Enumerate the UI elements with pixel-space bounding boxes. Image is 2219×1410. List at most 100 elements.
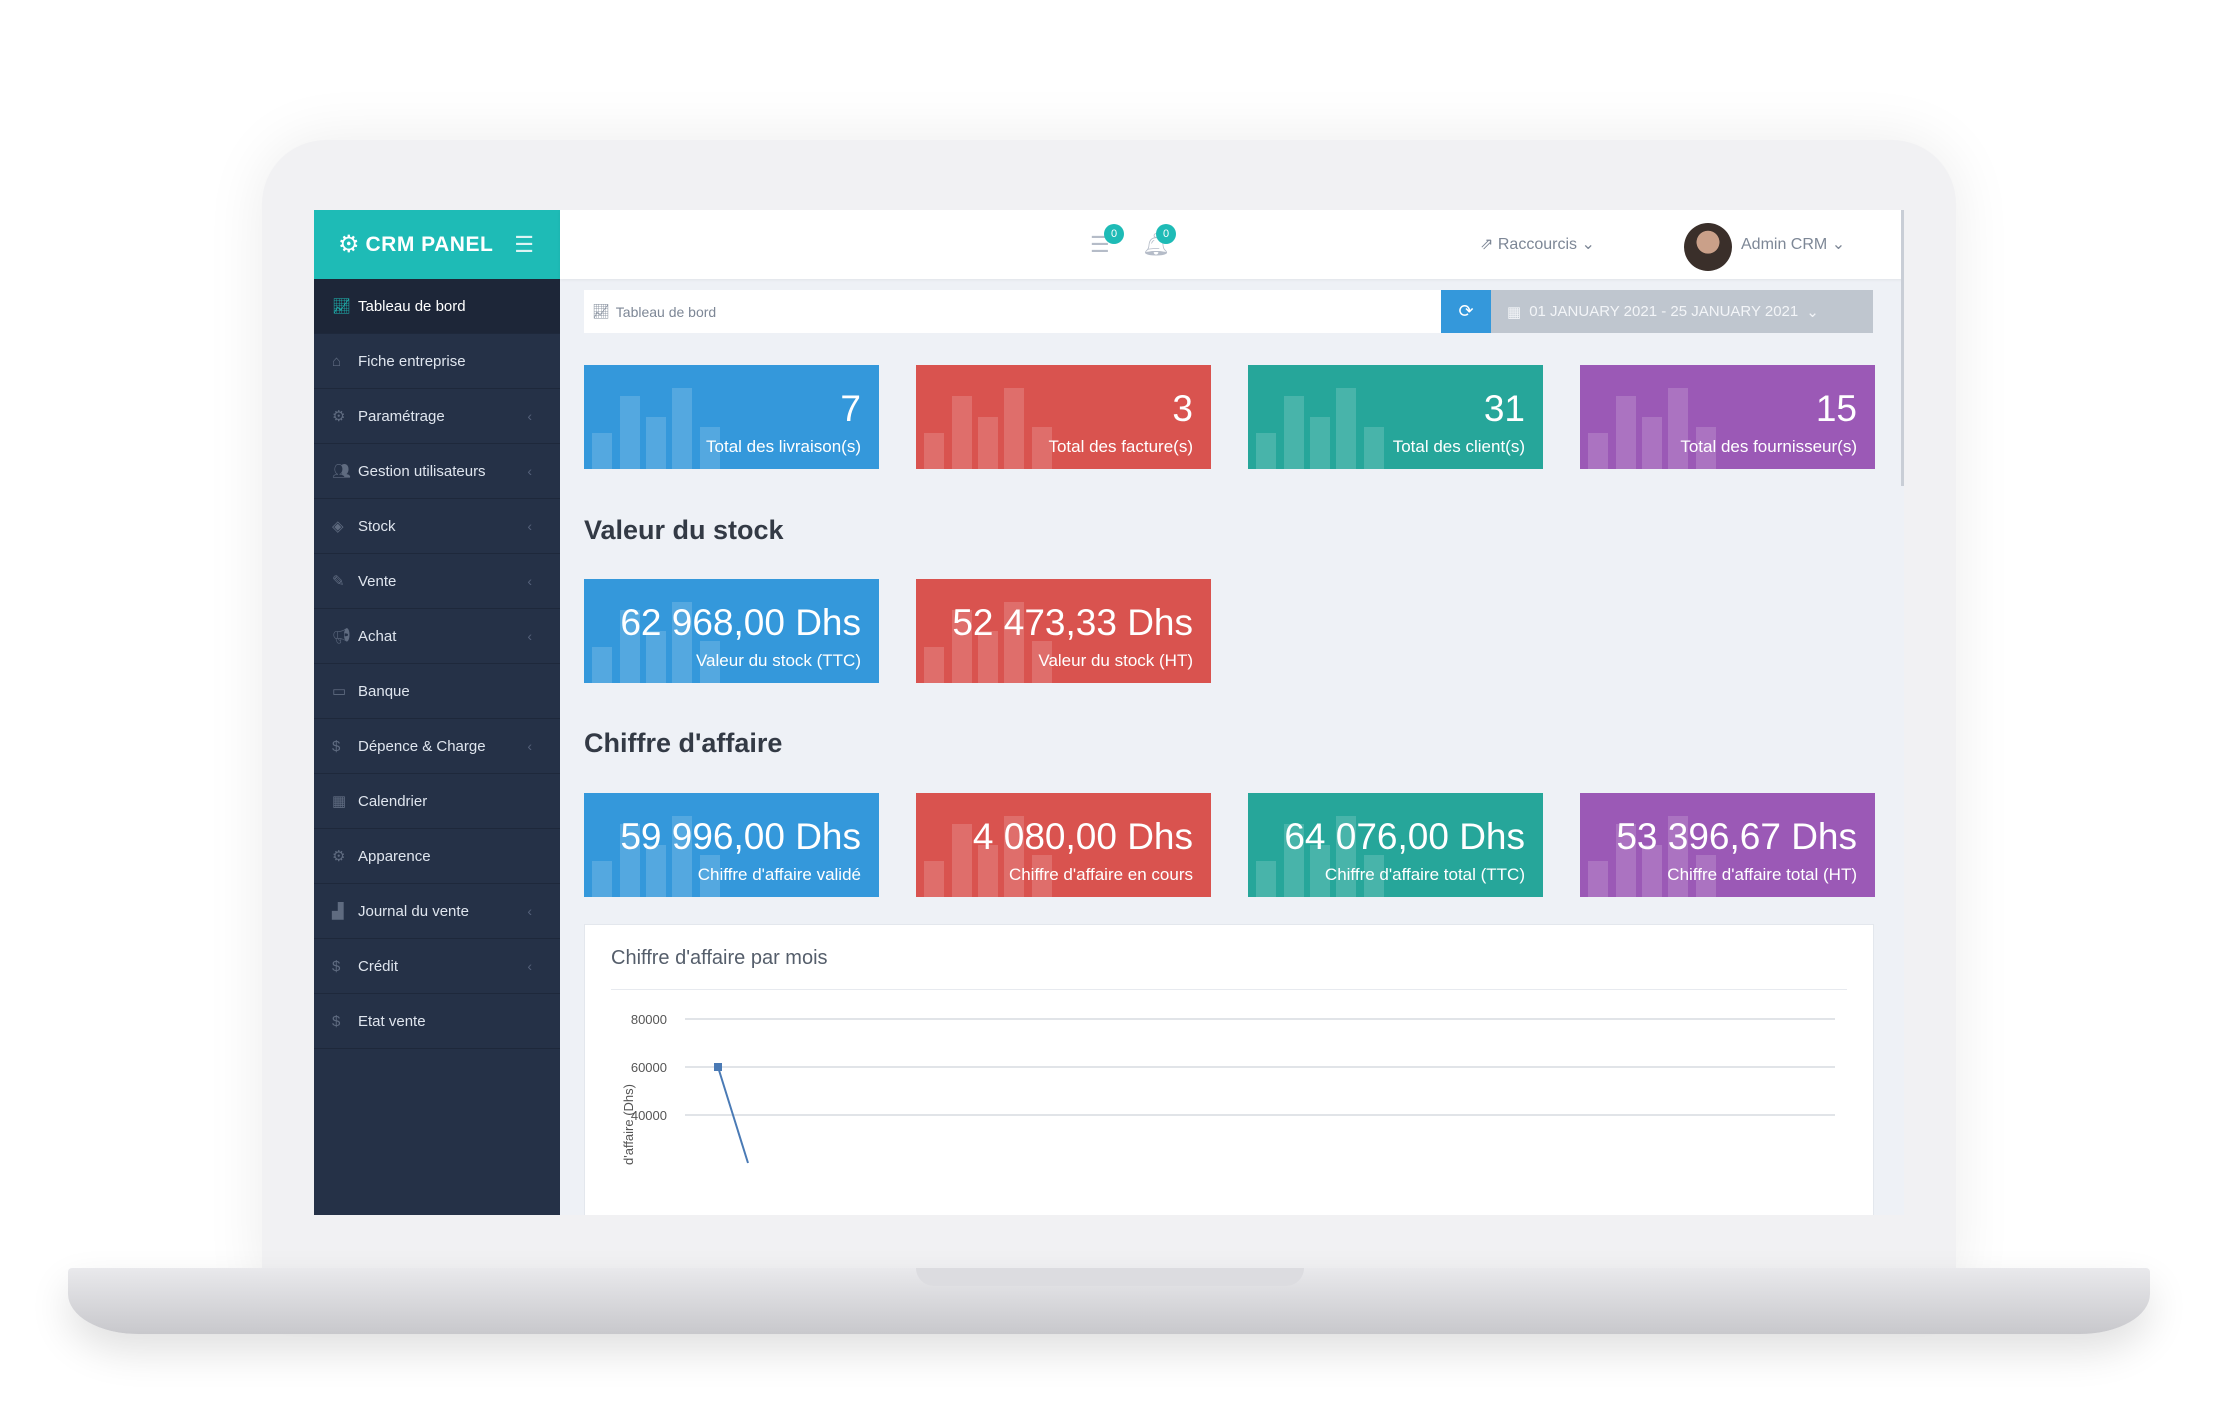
stat-label: Total des livraison(s) — [706, 437, 861, 456]
card-bars-decoration — [1248, 365, 1388, 469]
sidebar: ⚙ CRM PANEL ☰ 📈︎ Tableau de bord ⌂ Fiche en… — [314, 210, 560, 1215]
chevron-left-icon: ‹ — [527, 958, 532, 974]
sidebar-item-label: Journal du vente — [358, 902, 469, 920]
sidebar-item-label: Etat vente — [358, 1012, 426, 1030]
sidebar-item-vente[interactable]: ✎ Vente ‹ — [314, 554, 560, 609]
ca-total-ttc-card[interactable]: 64 076,00 Dhs Chiffre d'affaire total (T… — [1248, 793, 1543, 897]
sidebar-item-etat-vente[interactable]: $ Etat vente — [314, 994, 560, 1049]
decorative-bar — [1256, 432, 1276, 469]
y-axis-label: d'affaire (Dhs) — [621, 1084, 636, 1165]
stat-value: 31 — [1483, 388, 1525, 429]
refresh-button[interactable]: ⟳ — [1441, 290, 1491, 333]
sidebar-item-journal-du-vente[interactable]: ▟ Journal du vente ‹ — [314, 884, 560, 939]
chevron-left-icon: ‹ — [527, 573, 532, 589]
card-bars-decoration — [916, 365, 1056, 469]
stat-label: Chiffre d'affaire validé — [697, 865, 861, 884]
date-range-picker[interactable]: ▦ 01 JANUARY 2021 - 25 JANUARY 2021 ⌄ — [1491, 290, 1873, 333]
sidebar-item-achat[interactable]: 📢︎ Achat ‹ — [314, 609, 560, 664]
sidebar-item-label: Banque — [358, 682, 410, 700]
stat-label: Chiffre d'affaire total (TTC) — [1324, 865, 1525, 884]
notifications-badge: 0 — [1156, 224, 1176, 244]
decorative-bar — [924, 646, 944, 683]
stat-label: Valeur du stock (TTC) — [695, 651, 861, 670]
decorative-bar — [646, 417, 666, 469]
sidebar-item-d-pence-charge[interactable]: $ Dépence & Charge ‹ — [314, 719, 560, 774]
scrollbar[interactable] — [1901, 210, 1904, 486]
stat-value: 7 — [840, 388, 861, 429]
sidebar-item-label: Tableau de bord — [358, 297, 466, 315]
sidebar-item-tableau-de-bord[interactable]: 📈︎ Tableau de bord — [314, 279, 560, 334]
decorative-bar — [1310, 417, 1330, 469]
sidebar-item-label: Dépence & Charge — [358, 737, 486, 755]
stat-card-invoices[interactable]: 3 Total des facture(s) — [916, 365, 1211, 469]
ca-pending-card[interactable]: 4 080,00 Dhs Chiffre d'affaire en cours — [916, 793, 1211, 897]
stat-label: Valeur du stock (HT) — [1038, 651, 1193, 670]
line-chart: 80000 60000 40000d'affaire (Dhs) — [621, 1012, 1835, 1165]
sidebar-item-banque[interactable]: ▭ Banque — [314, 664, 560, 719]
sidebar-item-gestion-utilisateurs[interactable]: 👥︎ Gestion utilisateurs ‹ — [314, 444, 560, 499]
sidebar-nav: 📈︎ Tableau de bord ⌂ Fiche entreprise ⚙ Param… — [314, 279, 560, 1049]
stat-label: Chiffre d'affaire en cours — [1008, 865, 1193, 884]
bullhorn-icon: 📢︎ — [332, 628, 352, 645]
user-name: Admin CRM — [1741, 236, 1828, 253]
sidebar-item-label: Stock — [358, 517, 396, 535]
y-tick-label: 40000 — [631, 1108, 667, 1123]
stock-ttc-card[interactable]: 62 968,00 Dhs Valeur du stock (TTC) — [584, 579, 879, 683]
stat-value: 59 996,00 Dhs — [620, 816, 861, 857]
cube-icon: ◈ — [332, 518, 344, 535]
chevron-left-icon: ‹ — [527, 628, 532, 644]
sidebar-item-stock[interactable]: ◈ Stock ‹ — [314, 499, 560, 554]
decorative-bar — [978, 417, 998, 469]
decorative-bar — [924, 860, 944, 897]
sidebar-item-calendrier[interactable]: ▦ Calendrier — [314, 774, 560, 829]
decorative-bar — [1364, 427, 1384, 469]
hamburger-menu-icon[interactable]: ☰ — [514, 232, 534, 258]
edit-icon: ✎ — [332, 573, 345, 590]
calendar-icon: ▦ — [1507, 303, 1522, 321]
avatar[interactable] — [1684, 223, 1732, 271]
sidebar-item-label: Achat — [358, 627, 397, 645]
external-link-icon: ⇗ — [1480, 236, 1494, 253]
user-menu[interactable]: Admin CRM ⌄ — [1741, 234, 1845, 254]
stat-card-suppliers[interactable]: 15 Total des fournisseur(s) — [1580, 365, 1875, 469]
stat-label: Chiffre d'affaire total (HT) — [1667, 865, 1857, 884]
data-point[interactable] — [714, 1063, 722, 1071]
crm-logo-icon: ⚙ — [338, 231, 360, 258]
chevron-down-icon: ⌄ — [1581, 236, 1595, 253]
stat-card-clients[interactable]: 31 Total des client(s) — [1248, 365, 1543, 469]
stat-value: 64 076,00 Dhs — [1284, 816, 1525, 857]
stock-ht-card[interactable]: 52 473,33 Dhs Valeur du stock (HT) — [916, 579, 1211, 683]
breadcrumb-label: Tableau de bord — [615, 303, 717, 320]
dollar-icon: $ — [332, 957, 341, 975]
ca-section-title: Chiffre d'affaire — [584, 728, 783, 758]
decorative-bar — [1004, 387, 1024, 469]
chevron-left-icon: ‹ — [527, 408, 532, 424]
refresh-icon: ⟳ — [1458, 301, 1474, 321]
sidebar-item-label: Gestion utilisateurs — [358, 462, 486, 480]
card-bars-decoration — [584, 365, 724, 469]
decorative-bar — [592, 432, 612, 469]
sidebar-item-label: Vente — [358, 572, 397, 590]
ca-total-ht-card[interactable]: 53 396,67 Dhs Chiffre d'affaire total (H… — [1580, 793, 1875, 897]
topbar: ☰ 0 🔔︎ 0 ⇗ Raccourcis ⌄ Admin CRM ⌄ — [560, 210, 1904, 486]
sidebar-item-param-trage[interactable]: ⚙ Paramétrage ‹ — [314, 389, 560, 444]
ca-validated-card[interactable]: 59 996,00 Dhs Chiffre d'affaire validé — [584, 793, 879, 897]
stat-value: 3 — [1172, 388, 1193, 429]
y-tick-label: 80000 — [631, 1012, 667, 1027]
sidebar-item-label: Fiche entreprise — [358, 352, 466, 370]
chevron-left-icon: ‹ — [527, 463, 532, 479]
stat-label: Total des facture(s) — [1048, 437, 1193, 456]
sidebar-item-apparence[interactable]: ⚙ Apparence — [314, 829, 560, 884]
sidebar-item-fiche-entreprise[interactable]: ⌂ Fiche entreprise — [314, 334, 560, 389]
decorative-bar — [592, 860, 612, 897]
stat-value: 4 080,00 Dhs — [972, 816, 1193, 857]
bank-icon: ⌂ — [332, 352, 342, 370]
gears-icon: ⚙ — [332, 408, 346, 425]
messages-badge: 0 — [1104, 224, 1124, 244]
line-chart-icon: 📈︎ — [592, 303, 610, 319]
decorative-bar — [592, 646, 612, 683]
decorative-bar — [952, 396, 972, 469]
shortcuts-dropdown[interactable]: ⇗ Raccourcis ⌄ — [1480, 234, 1595, 254]
sidebar-item-cr-dit[interactable]: $ Crédit ‹ — [314, 939, 560, 994]
stat-card-deliveries[interactable]: 7 Total des livraison(s) — [584, 365, 879, 469]
